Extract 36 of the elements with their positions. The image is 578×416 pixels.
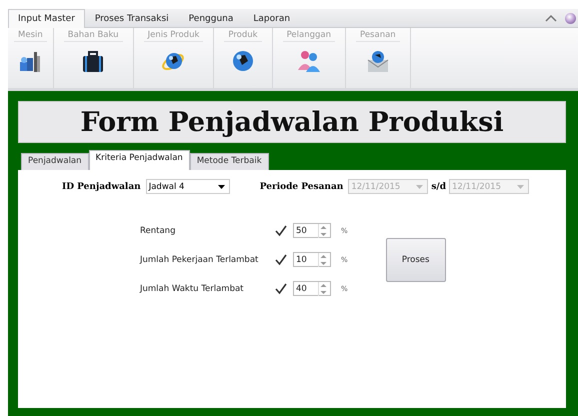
spin-arrows-icon[interactable] [318, 282, 328, 296]
spin-arrows-icon[interactable] [318, 252, 328, 266]
spin-arrows-icon[interactable] [318, 224, 328, 238]
criterion-label: Rentang [140, 226, 176, 236]
group-label: Pesanan [356, 30, 400, 42]
checkbox[interactable] [275, 282, 287, 294]
group-label: Mesin [14, 30, 47, 42]
form-tab[interactable]: Metode Terbaik [190, 153, 269, 170]
people-icon[interactable] [296, 48, 322, 74]
ribbon-tab[interactable]: Pengguna [178, 9, 244, 27]
ribbon-tab[interactable]: Input Master [8, 9, 85, 28]
group-label: Jenis Produk [144, 30, 204, 42]
checkbox[interactable] [275, 254, 287, 266]
proses-button[interactable]: Proses [386, 238, 446, 282]
field-label: Periode Pesanan [260, 182, 344, 192]
caret-icon [416, 184, 424, 188]
criterion-label: Jumlah Waktu Terlambat [140, 284, 245, 294]
form-tab[interactable]: Kriteria Penjadwalan [88, 150, 190, 170]
ribbon-tab[interactable]: Laporan [243, 9, 300, 27]
group-label: Produk [224, 30, 262, 42]
form-tab[interactable]: Penjadwalan [21, 153, 89, 170]
number-spinner[interactable]: 40 [293, 281, 331, 296]
schedule-dropdown[interactable]: Jadwal 4 [146, 179, 230, 194]
group-label: Bahan Baku [64, 30, 123, 42]
field-label: ID Penjadwalan [62, 182, 141, 192]
number-spinner[interactable]: 10 [293, 252, 331, 267]
ribbon-tab[interactable]: Proses Transaksi [84, 9, 179, 27]
caret-icon [517, 184, 524, 188]
separator-label: s/d [431, 182, 446, 192]
group-label: Pelanggan [282, 30, 335, 42]
number-spinner[interactable]: 50 [293, 223, 331, 238]
checkbox[interactable] [275, 224, 287, 236]
criterion-label: Jumlah Pekerjaan Terlambat [140, 254, 260, 264]
help-orb-icon[interactable] [565, 12, 576, 24]
form-title: Form Penjadwalan Produksi [80, 106, 504, 138]
caret-icon [218, 184, 225, 188]
